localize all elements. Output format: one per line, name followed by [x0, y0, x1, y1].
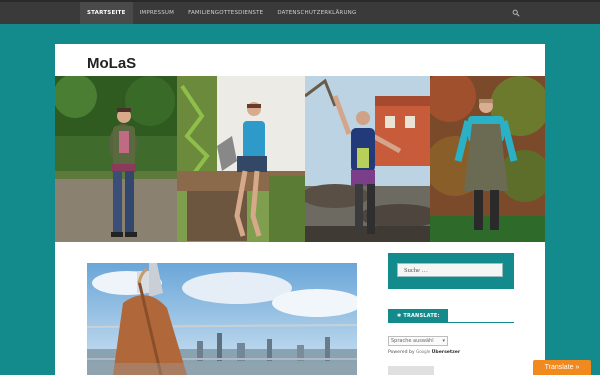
- search-widget: [388, 253, 514, 289]
- content-panel: MoLaS Suche … ✱ TRANSLATE: Sprache auswä…: [55, 44, 545, 375]
- nav-item-familiengottesdienste[interactable]: FAMILIENGOTTESDIENSTE: [181, 2, 270, 24]
- header-image[interactable]: [55, 76, 545, 242]
- powered-by-service[interactable]: Übersetzer: [432, 350, 461, 355]
- language-select[interactable]: Sprache auswähl ▾: [388, 336, 448, 346]
- powered-by-prefix: Powered by: [388, 350, 415, 355]
- search-icon[interactable]: [512, 9, 520, 17]
- header-photo-pinafore: [430, 76, 545, 242]
- post-featured-image[interactable]: [87, 263, 357, 375]
- top-navigation-bar: STARTSEITE IMPRESSUM FAMILIENGOTTESDIENS…: [0, 0, 600, 24]
- header-photo-cardigan: [55, 76, 177, 242]
- nav-item-startseite[interactable]: STARTSEITE: [80, 2, 133, 24]
- translate-floating-button[interactable]: Translate »: [533, 360, 591, 375]
- site-title[interactable]: MoLaS: [87, 55, 136, 72]
- sidebar-search-input[interactable]: [397, 263, 503, 277]
- widget-thumbnail[interactable]: [388, 366, 434, 375]
- nav-item-datenschutzerklaerung[interactable]: DATENSCHUTZERKLÄRUNG: [270, 2, 363, 24]
- chevron-down-icon: ▾: [442, 338, 445, 344]
- translate-widget-title: ✱ TRANSLATE:: [388, 309, 448, 323]
- language-select-value: Sprache auswähl: [391, 338, 434, 344]
- google-logo-icon[interactable]: Google: [416, 349, 430, 354]
- main-menu: STARTSEITE IMPRESSUM FAMILIENGOTTESDIENS…: [80, 2, 363, 24]
- powered-by-google: Powered by Google Übersetzer: [388, 349, 460, 355]
- header-photo-logs: [305, 76, 430, 242]
- widget-title-divider: [448, 322, 514, 323]
- nav-item-impressum[interactable]: IMPRESSUM: [133, 2, 182, 24]
- header-photo-bench: [177, 76, 305, 242]
